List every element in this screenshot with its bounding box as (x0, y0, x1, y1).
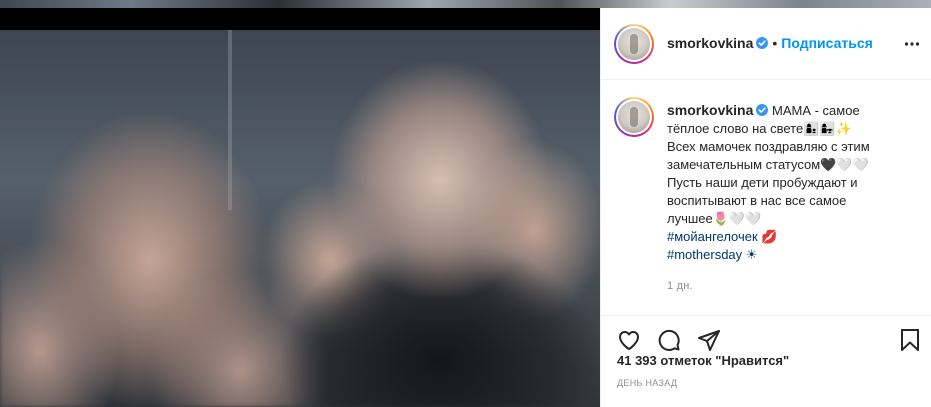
caption-text: smorkovkina МАМА - самое тёплое слово на… (667, 101, 917, 264)
share-icon[interactable] (697, 328, 721, 352)
action-bar (601, 315, 931, 356)
media-top-bar (0, 8, 600, 30)
avatar-image (618, 28, 650, 60)
caption-avatar[interactable] (614, 97, 654, 137)
caption-line: Всех мамочек поздравляю с этим (667, 139, 870, 154)
caption-line: тёплое слово на свете👩‍👦👩‍👧✨ (667, 121, 852, 136)
heart-icon[interactable] (617, 328, 641, 352)
verified-icon (756, 104, 769, 116)
bookmark-icon[interactable] (898, 328, 922, 352)
caption-username[interactable]: smorkovkina (667, 102, 753, 118)
follow-button[interactable]: Подписаться (781, 35, 873, 51)
posted-time[interactable]: ДЕНЬ НАЗАД (617, 378, 677, 388)
caption-line: воспитывают в нас все самое (667, 193, 847, 208)
photo-content (0, 30, 600, 407)
hashtag-link[interactable]: #mothersday ☀ (667, 246, 917, 264)
background-page-strip (0, 0, 931, 8)
post-header: smorkovkina • Подписаться (601, 8, 931, 80)
dot-separator: • (772, 35, 778, 51)
caption-time[interactable]: 1 дн. (667, 280, 693, 292)
avatar-image (618, 101, 650, 133)
post-sidebar: smorkovkina • Подписаться smorkovkina МАМ… (600, 8, 931, 407)
header-username[interactable]: smorkovkina (667, 35, 753, 51)
post-photo[interactable] (0, 30, 600, 407)
caption-line: МАМА - самое (772, 103, 860, 118)
avatar[interactable] (614, 24, 654, 64)
more-options-icon[interactable] (904, 36, 920, 52)
caption-line: замечательным статусом🖤🤍🤍 (667, 157, 869, 172)
caption-line: лучшее🌷🤍🤍 (667, 211, 762, 226)
comment-icon[interactable] (657, 328, 681, 352)
likes-count[interactable]: 41 393 отметок "Нравится" (617, 353, 789, 368)
verified-icon (756, 37, 769, 49)
hashtag-link[interactable]: #мойангелочек 💋 (667, 228, 917, 246)
header-user-line: smorkovkina • Подписаться (667, 35, 873, 51)
post-caption: smorkovkina МАМА - самое тёплое слово на… (601, 79, 931, 309)
caption-line: Пусть наши дети пробуждают и (667, 175, 858, 190)
photo-frame-line (228, 30, 232, 210)
caption-first-line: smorkovkina МАМА - самое (667, 101, 917, 120)
